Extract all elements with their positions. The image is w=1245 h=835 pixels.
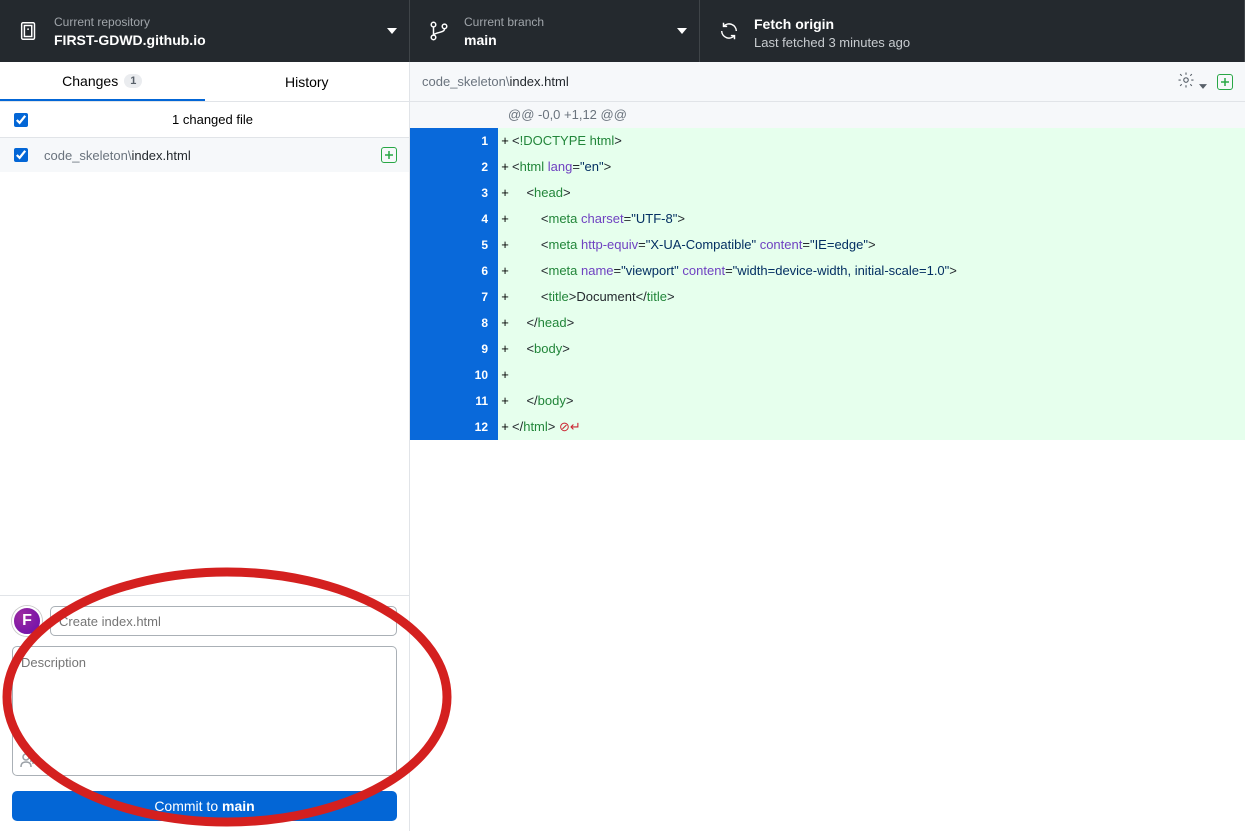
sync-icon	[718, 20, 740, 42]
branch-label: Current branch	[464, 15, 677, 29]
diff-settings-button[interactable]	[1177, 71, 1207, 92]
commit-description-input[interactable]	[12, 646, 397, 776]
diff-line[interactable]: 6+ <meta name="viewport" content="width=…	[410, 258, 1245, 284]
current-branch-selector[interactable]: Current branch main	[410, 0, 700, 62]
fetch-sub: Last fetched 3 minutes ago	[754, 35, 1232, 50]
diff-line[interactable]: 12+</html> ⊘↵	[410, 414, 1245, 440]
diff-line[interactable]: 2+<html lang="en">	[410, 154, 1245, 180]
caret-down-icon	[1199, 84, 1207, 89]
diff-hunk-header: @@ -0,0 +1,12 @@	[410, 102, 1245, 128]
diff-line[interactable]: 11+ </body>	[410, 388, 1245, 414]
tab-label: History	[285, 74, 329, 90]
branch-icon	[428, 20, 450, 42]
fetch-label: Fetch origin	[754, 16, 1232, 32]
current-repo-selector[interactable]: Current repository FIRST-GDWD.github.io	[0, 0, 410, 62]
diff-line[interactable]: 9+ <body>	[410, 336, 1245, 362]
branch-name: main	[464, 32, 677, 48]
file-added-icon	[381, 147, 397, 163]
fetch-origin-button[interactable]: Fetch origin Last fetched 3 minutes ago	[700, 0, 1245, 62]
diff-line[interactable]: 8+ </head>	[410, 310, 1245, 336]
repo-name: FIRST-GDWD.github.io	[54, 32, 387, 48]
changes-header: 1 changed file	[0, 102, 409, 138]
tab-history[interactable]: History	[205, 62, 410, 101]
sidebar: Changes 1 History 1 changed file code_sk…	[0, 62, 410, 831]
repo-icon	[18, 20, 40, 42]
changed-file-row[interactable]: code_skeleton\index.html	[0, 138, 409, 172]
gear-icon	[1177, 71, 1195, 89]
diff-panel: code_skeleton\index.html @@ -0,0 +1,12 @…	[410, 62, 1245, 831]
diff-body: @@ -0,0 +1,12 @@ 1+<!DOCTYPE html>2+<htm…	[410, 102, 1245, 440]
diff-line[interactable]: 3+ <head>	[410, 180, 1245, 206]
repo-label: Current repository	[54, 15, 387, 29]
caret-down-icon	[677, 28, 687, 34]
add-coauthor-icon[interactable]	[20, 752, 38, 773]
commit-button[interactable]: Commit to main	[12, 791, 397, 821]
diff-line[interactable]: 5+ <meta http-equiv="X-UA-Compatible" co…	[410, 232, 1245, 258]
expand-diff-button[interactable]	[1217, 74, 1233, 90]
commit-summary-input[interactable]	[50, 606, 397, 636]
diff-line[interactable]: 10+	[410, 362, 1245, 388]
diff-line[interactable]: 1+<!DOCTYPE html>	[410, 128, 1245, 154]
changes-count-badge: 1	[124, 74, 142, 88]
changes-summary-text: 1 changed file	[28, 112, 397, 127]
tab-label: Changes	[62, 73, 118, 89]
file-path: code_skeleton\index.html	[44, 148, 191, 163]
tab-changes[interactable]: Changes 1	[0, 62, 205, 101]
caret-down-icon	[387, 28, 397, 34]
avatar: F	[12, 606, 42, 636]
diff-line[interactable]: 7+ <title>Document</title>	[410, 284, 1245, 310]
commit-area: F Commit to main	[0, 595, 409, 831]
diff-line[interactable]: 4+ <meta charset="UTF-8">	[410, 206, 1245, 232]
diff-header: code_skeleton\index.html	[410, 62, 1245, 102]
diff-path: code_skeleton\index.html	[422, 74, 569, 89]
select-all-checkbox[interactable]	[14, 113, 28, 127]
file-checkbox[interactable]	[14, 148, 28, 162]
topbar: Current repository FIRST-GDWD.github.io …	[0, 0, 1245, 62]
